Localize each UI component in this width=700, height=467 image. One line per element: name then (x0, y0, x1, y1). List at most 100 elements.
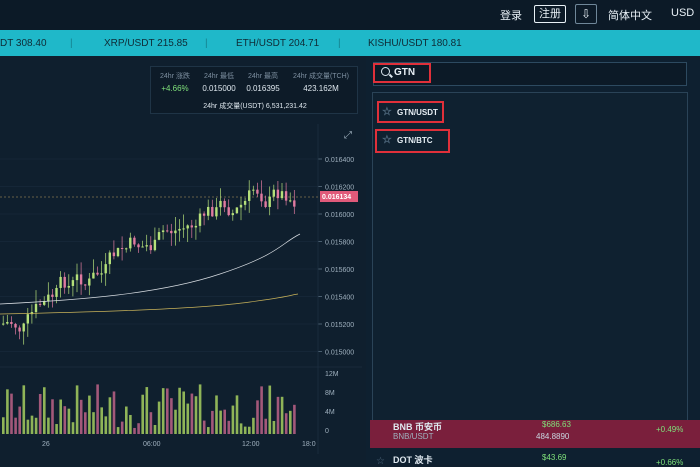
candle-body (198, 213, 202, 226)
candle-body (284, 191, 288, 201)
volume-bar (211, 410, 214, 434)
volume-tick-label: 12M (325, 371, 339, 378)
candle-body (227, 207, 230, 216)
candle-body (182, 228, 185, 230)
market-row[interactable]: BNB 币安币 BNB/USDT $686.63 484.8890 +0.49% (370, 420, 700, 448)
candle-body (34, 303, 38, 313)
volume-bar (129, 414, 132, 434)
ticker-item[interactable]: DT 308.40 (0, 38, 47, 49)
candle-body (190, 225, 193, 228)
candle-body (6, 322, 9, 324)
candle-body (268, 196, 271, 208)
volume-bar (26, 419, 30, 434)
volume-bar (153, 424, 157, 434)
candle-body (248, 190, 251, 201)
volume-bar (51, 399, 54, 434)
market-change: +0.66% (656, 458, 684, 467)
volume-bar (149, 412, 153, 434)
candle-body (51, 294, 54, 297)
candle-body (219, 200, 222, 208)
candle-body (120, 248, 124, 250)
candle-body (141, 246, 144, 248)
candle-body (63, 276, 66, 288)
candle-body (293, 200, 296, 207)
ticker-item[interactable]: XRP/USDT 215.85 (104, 38, 188, 49)
stat-value: 0.016395 (246, 84, 280, 93)
volume-bar (108, 397, 112, 434)
volume-bar (219, 410, 222, 434)
price-tick-label: 0.015600 (325, 267, 354, 274)
candle-body (55, 287, 58, 297)
market-price: $43.69 (542, 453, 567, 462)
language-selector[interactable]: 简体中文 (608, 7, 652, 23)
candle-body (112, 252, 116, 257)
candle-body (235, 207, 239, 214)
candle-body (10, 322, 13, 324)
candle-body (264, 201, 267, 208)
candle-body (84, 284, 87, 286)
market-price: $686.63 (542, 420, 571, 429)
candle-body (166, 230, 169, 232)
market-price-alt: 484.8890 (536, 432, 570, 441)
candle-body (157, 232, 161, 240)
volume-bar (145, 387, 149, 434)
stats-panel: 24hr 涨跌 +4.66% 24hr 最低 0.015000 24hr 最高 … (150, 66, 358, 114)
market-row[interactable]: ☆ DOT 波卡 $43.69 +0.66% (370, 453, 700, 467)
volume-bar (268, 385, 272, 434)
currency-selector[interactable]: USD (671, 7, 694, 19)
volume-tick-label: 8M (325, 390, 335, 397)
candle-body (202, 213, 206, 216)
candle-body (252, 189, 255, 191)
candle-body (129, 237, 132, 249)
stat-volume: 24hr 成交量(TCH) 423.162M (285, 71, 357, 93)
volume-bar (215, 395, 218, 434)
candlestick-chart[interactable]: 0.016400 0.016200 0.016000 0.015800 0.015600… (0, 124, 362, 464)
volume-bar (231, 405, 235, 434)
ticker-separator: | (205, 38, 208, 49)
volume-bar (178, 387, 181, 434)
price-tick-label: 0.015800 (325, 240, 354, 247)
volume-bar (248, 426, 251, 434)
stat-label: 24hr 涨跌 (160, 73, 190, 80)
volume-bar (207, 427, 210, 434)
login-link[interactable]: 登录 (500, 7, 522, 23)
star-icon[interactable]: ☆ (376, 456, 385, 467)
volume-bar (67, 408, 71, 434)
stat-value: 0.015000 (202, 84, 236, 93)
candle-body (145, 245, 148, 247)
candle-body (116, 248, 120, 257)
volume-bar (2, 417, 5, 434)
volume-bar (100, 407, 103, 434)
candle-body (280, 191, 284, 199)
volume-bar (104, 416, 108, 434)
candle-body (276, 189, 280, 199)
volume-bar (71, 422, 75, 434)
volume-bar (280, 396, 284, 434)
volume-bar (284, 413, 288, 434)
ticker-item[interactable]: KISHU/USDT 180.81 (368, 38, 462, 49)
volume-bar (88, 395, 91, 434)
volume-bar (137, 423, 140, 434)
top-bar: 登录 注册 ⇩ 简体中文 USD (0, 0, 700, 30)
register-button[interactable]: 注册 (534, 5, 566, 23)
volume-bar (38, 393, 42, 434)
volume-bar (120, 421, 124, 434)
candle-body (14, 323, 17, 328)
volume-bar (227, 420, 231, 434)
candle-body (174, 230, 177, 234)
candle-body (92, 272, 95, 279)
candle-body (207, 206, 210, 216)
ticker-item[interactable]: ETH/USDT 204.71 (236, 38, 319, 49)
market-pair: BNB/USDT (393, 432, 434, 441)
volume-bar (133, 427, 136, 434)
volume-bar (174, 409, 177, 434)
download-icon[interactable]: ⇩ (575, 4, 597, 24)
volume-bar (63, 406, 67, 434)
stat-label: 24hr 最高 (248, 73, 278, 80)
candle-body (256, 189, 259, 194)
price-tick-label: 0.015000 (325, 350, 354, 357)
volume-bar (276, 396, 280, 434)
candle-body (149, 245, 152, 251)
volume-bar (14, 417, 17, 434)
candle-body (100, 273, 103, 275)
